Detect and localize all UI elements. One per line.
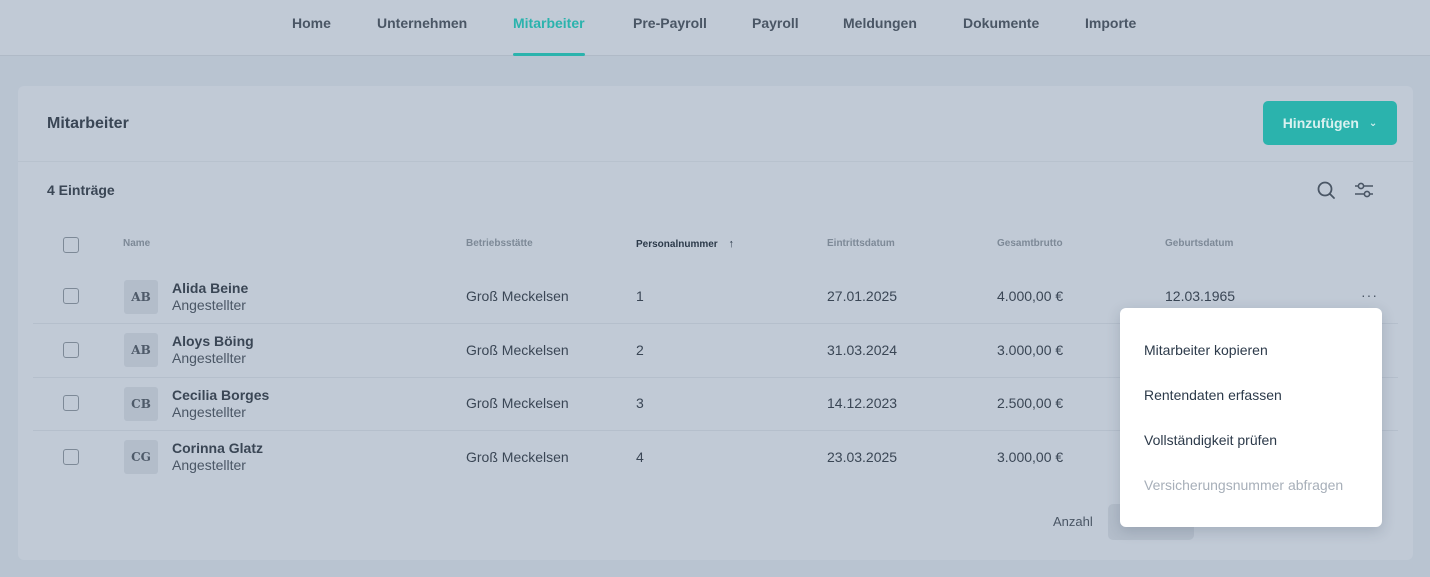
employee-number: 3	[636, 395, 644, 411]
employee-name[interactable]: Aloys Böing	[172, 333, 254, 349]
row-checkbox[interactable]	[63, 449, 79, 465]
more-icon[interactable]: ···	[1361, 287, 1378, 303]
employee-gross: 2.500,00 €	[997, 395, 1064, 411]
avatar: CB	[124, 387, 158, 421]
employee-role: Angestellter	[172, 457, 246, 473]
employee-location: Groß Meckelsen	[466, 395, 569, 411]
column-header-location[interactable]: Betriebsstätte	[466, 238, 533, 249]
employee-entry-date: 31.03.2024	[827, 342, 898, 358]
column-header-name[interactable]: Name	[123, 238, 150, 249]
nav-unternehmen[interactable]: Unternehmen	[377, 0, 467, 56]
employee-gross: 3.000,00 €	[997, 342, 1064, 358]
nav-importe[interactable]: Importe	[1085, 0, 1136, 56]
employee-number: 1	[636, 288, 644, 304]
page-title: Mitarbeiter	[47, 115, 129, 132]
menu-item-pension-data[interactable]: Rentendaten erfassen	[1144, 387, 1282, 403]
column-header-number[interactable]: Personalnummer ↑	[636, 238, 734, 250]
employee-number: 4	[636, 449, 644, 465]
chevron-down-icon: ⌄	[1368, 117, 1378, 129]
employee-number: 2	[636, 342, 644, 358]
column-header-birth[interactable]: Geburtsdatum	[1165, 238, 1233, 249]
employee-entry-date: 27.01.2025	[827, 288, 898, 304]
menu-item-copy-employee[interactable]: Mitarbeiter kopieren	[1144, 342, 1268, 358]
employee-location: Groß Meckelsen	[466, 342, 569, 358]
employee-entry-date: 14.12.2023	[827, 395, 898, 411]
card-header: Mitarbeiter Hinzufügen ⌄	[18, 86, 1413, 162]
row-checkbox[interactable]	[63, 395, 79, 411]
add-button-label: Hinzufügen	[1282, 115, 1359, 131]
nav-dokumente[interactable]: Dokumente	[963, 0, 1039, 56]
row-checkbox[interactable]	[63, 342, 79, 358]
employee-gross: 4.000,00 €	[997, 288, 1064, 304]
employee-location: Groß Meckelsen	[466, 449, 569, 465]
nav-pre-payroll[interactable]: Pre-Payroll	[633, 0, 707, 56]
arrow-up-icon: ↑	[728, 238, 734, 250]
column-header-number-label: Personalnummer	[636, 239, 718, 250]
employee-location: Groß Meckelsen	[466, 288, 569, 304]
nav-meldungen[interactable]: Meldungen	[843, 0, 917, 56]
menu-item-check-completeness[interactable]: Vollständigkeit prüfen	[1144, 432, 1277, 448]
column-header-gross[interactable]: Gesamtbrutto	[997, 238, 1063, 249]
avatar: AB	[124, 333, 158, 367]
employee-role: Angestellter	[172, 297, 246, 313]
employee-birth-date: 12.03.1965	[1165, 288, 1236, 304]
nav-payroll[interactable]: Payroll	[752, 0, 799, 56]
add-button[interactable]: Hinzufügen ⌄	[1263, 101, 1397, 145]
employee-entry-date: 23.03.2025	[827, 449, 898, 465]
employee-name[interactable]: Corinna Glatz	[172, 440, 263, 456]
employee-role: Angestellter	[172, 404, 246, 420]
entry-count: 4 Einträge	[47, 182, 115, 198]
row-context-menu: Mitarbeiter kopieren Rentendaten erfasse…	[1120, 308, 1382, 527]
avatar: CG	[124, 440, 158, 474]
top-navigation: Home Unternehmen Mitarbeiter Pre-Payroll…	[0, 0, 1430, 56]
employee-role: Angestellter	[172, 350, 246, 366]
employee-gross: 3.000,00 €	[997, 449, 1064, 465]
nav-home[interactable]: Home	[292, 0, 331, 56]
row-checkbox[interactable]	[63, 288, 79, 304]
select-all-checkbox[interactable]	[63, 237, 79, 253]
menu-item-insurance-number: Versicherungsnummer abfragen	[1144, 477, 1344, 493]
avatar: AB	[124, 280, 158, 314]
page-size-label: Anzahl	[1053, 514, 1093, 529]
column-header-entry[interactable]: Eintrittsdatum	[827, 238, 895, 249]
nav-mitarbeiter[interactable]: Mitarbeiter	[513, 0, 585, 56]
filter-sliders-icon[interactable]	[1353, 179, 1375, 201]
employee-name[interactable]: Cecilia Borges	[172, 387, 269, 403]
search-icon[interactable]	[1315, 179, 1337, 201]
employee-name[interactable]: Alida Beine	[172, 280, 248, 296]
